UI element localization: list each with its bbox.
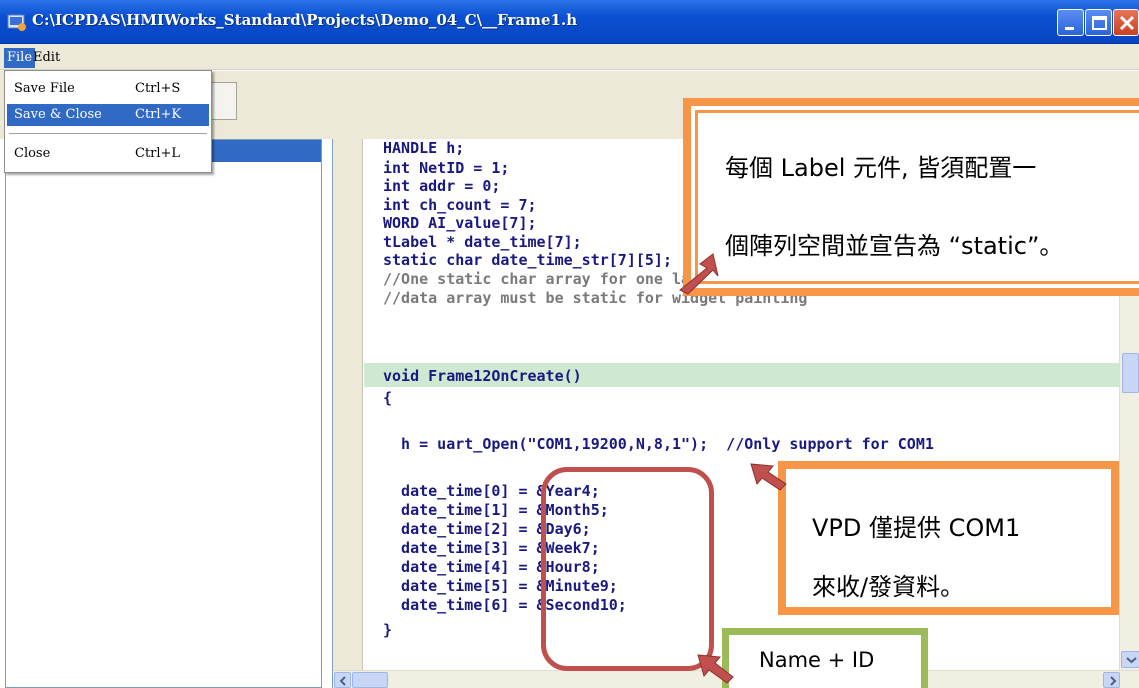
- arrow-icon: [697, 654, 734, 684]
- callout-arrows: [679, 253, 787, 684]
- arrow-icon: [750, 463, 787, 491]
- arrow-icon: [679, 253, 719, 295]
